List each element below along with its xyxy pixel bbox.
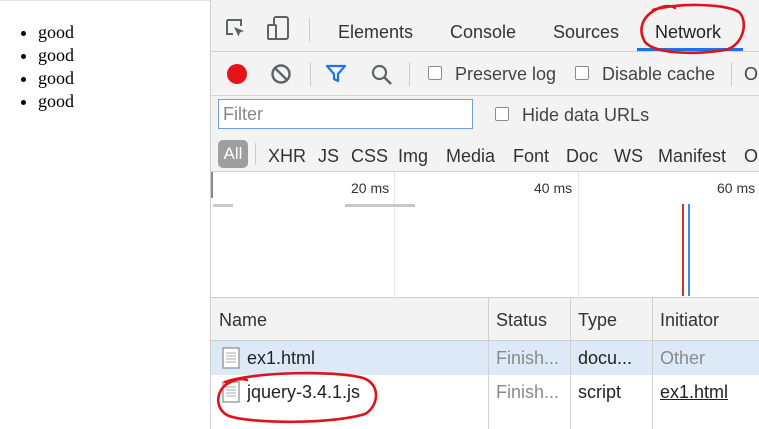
hide-data-urls-label: Hide data URLs [522, 105, 650, 125]
filter-input[interactable] [218, 99, 473, 129]
request-initiator: Other [660, 348, 706, 368]
toolbar-divider [731, 62, 732, 86]
request-type: docu... [578, 348, 633, 368]
toolbar-divider [255, 143, 256, 165]
document-icon [222, 347, 240, 369]
request-initiator-link[interactable]: ex1.html [660, 382, 728, 403]
timeline-tick-label: 60 ms [717, 180, 756, 196]
resource-type-filter: All XHR JS CSS Img Media Font Doc WS Man… [211, 136, 759, 172]
table-row[interactable]: jquery-3.4.1.js Finish... script ex1.htm… [211, 375, 759, 409]
clear-icon[interactable] [270, 63, 292, 90]
timeline-gridline [394, 172, 395, 298]
device-toolbar-icon[interactable] [267, 16, 291, 47]
request-name[interactable]: jquery-3.4.1.js [247, 382, 360, 403]
type-filter-media[interactable]: Media [446, 146, 495, 167]
request-status: Finish... [496, 382, 560, 402]
preserve-log-label: Preserve log [455, 64, 557, 84]
record-icon[interactable] [226, 63, 248, 90]
type-filter-css[interactable]: CSS [351, 146, 388, 167]
timeline-bar [213, 204, 233, 207]
column-header-initiator[interactable]: Initiator [660, 310, 719, 331]
column-header-status[interactable]: Status [496, 310, 547, 331]
throttling-overflow-label[interactable]: O [744, 64, 758, 85]
timeline-gridline [578, 172, 579, 298]
type-filter-all[interactable]: All [218, 140, 248, 168]
timeline-bar [345, 204, 415, 207]
devtools-panel: Elements Console Sources Network Preserv… [210, 0, 759, 429]
column-header-type[interactable]: Type [578, 310, 617, 331]
disable-cache-checkbox[interactable] [575, 66, 589, 80]
type-filter-doc[interactable]: Doc [566, 146, 598, 167]
timeline-overview[interactable]: 20 ms 40 ms 60 ms [211, 172, 759, 298]
column-divider[interactable] [652, 298, 653, 429]
request-table-header: Name Status Type Initiator [211, 298, 759, 341]
good-list: good good good good [0, 21, 210, 113]
column-divider[interactable] [488, 298, 489, 429]
tab-console[interactable]: Console [450, 22, 516, 43]
type-filter-manifest[interactable]: Manifest [658, 146, 726, 167]
filter-row: Hide data URLs [211, 96, 759, 136]
tab-sources[interactable]: Sources [553, 22, 619, 43]
list-item: good [38, 21, 210, 44]
type-filter-xhr[interactable]: XHR [268, 146, 306, 167]
inspected-page: good good good good [0, 0, 210, 429]
type-filter-js[interactable]: JS [318, 146, 339, 167]
toolbar-divider [310, 62, 311, 86]
timeline-tick-label: 40 ms [534, 180, 573, 196]
type-filter-img[interactable]: Img [398, 146, 428, 167]
domcontentloaded-line [688, 204, 690, 296]
devtools-tab-bar: Elements Console Sources Network [211, 0, 759, 52]
timeline-tick-label: 20 ms [351, 180, 390, 196]
disable-cache-label: Disable cache [602, 64, 716, 84]
preserve-log-checkbox[interactable] [428, 66, 442, 80]
active-tab-indicator [637, 48, 743, 51]
column-divider[interactable] [570, 298, 571, 429]
hide-data-urls-checkbox[interactable] [495, 107, 509, 121]
request-type: script [578, 382, 622, 402]
inspect-element-icon[interactable] [225, 18, 247, 45]
request-name[interactable]: ex1.html [247, 348, 315, 369]
network-toolbar: Preserve log Disable cache O [211, 52, 759, 96]
tab-network[interactable]: Network [655, 22, 721, 43]
search-icon[interactable] [371, 64, 393, 91]
list-item: good [38, 67, 210, 90]
column-header-name[interactable]: Name [219, 310, 267, 331]
request-status: Finish... [496, 348, 560, 368]
document-icon [222, 381, 240, 403]
list-item: good [38, 90, 210, 113]
timeline-start-handle[interactable] [211, 172, 213, 198]
filter-funnel-icon[interactable] [325, 64, 347, 89]
list-item: good [38, 44, 210, 67]
toolbar-divider [309, 18, 310, 42]
type-filter-other[interactable]: O [744, 146, 758, 167]
table-row[interactable]: ex1.html Finish... docu... Other [211, 341, 759, 375]
load-event-line [682, 204, 684, 296]
tab-elements[interactable]: Elements [338, 22, 413, 43]
toolbar-divider [409, 62, 410, 86]
type-filter-font[interactable]: Font [513, 146, 549, 167]
type-filter-ws[interactable]: WS [614, 146, 643, 167]
